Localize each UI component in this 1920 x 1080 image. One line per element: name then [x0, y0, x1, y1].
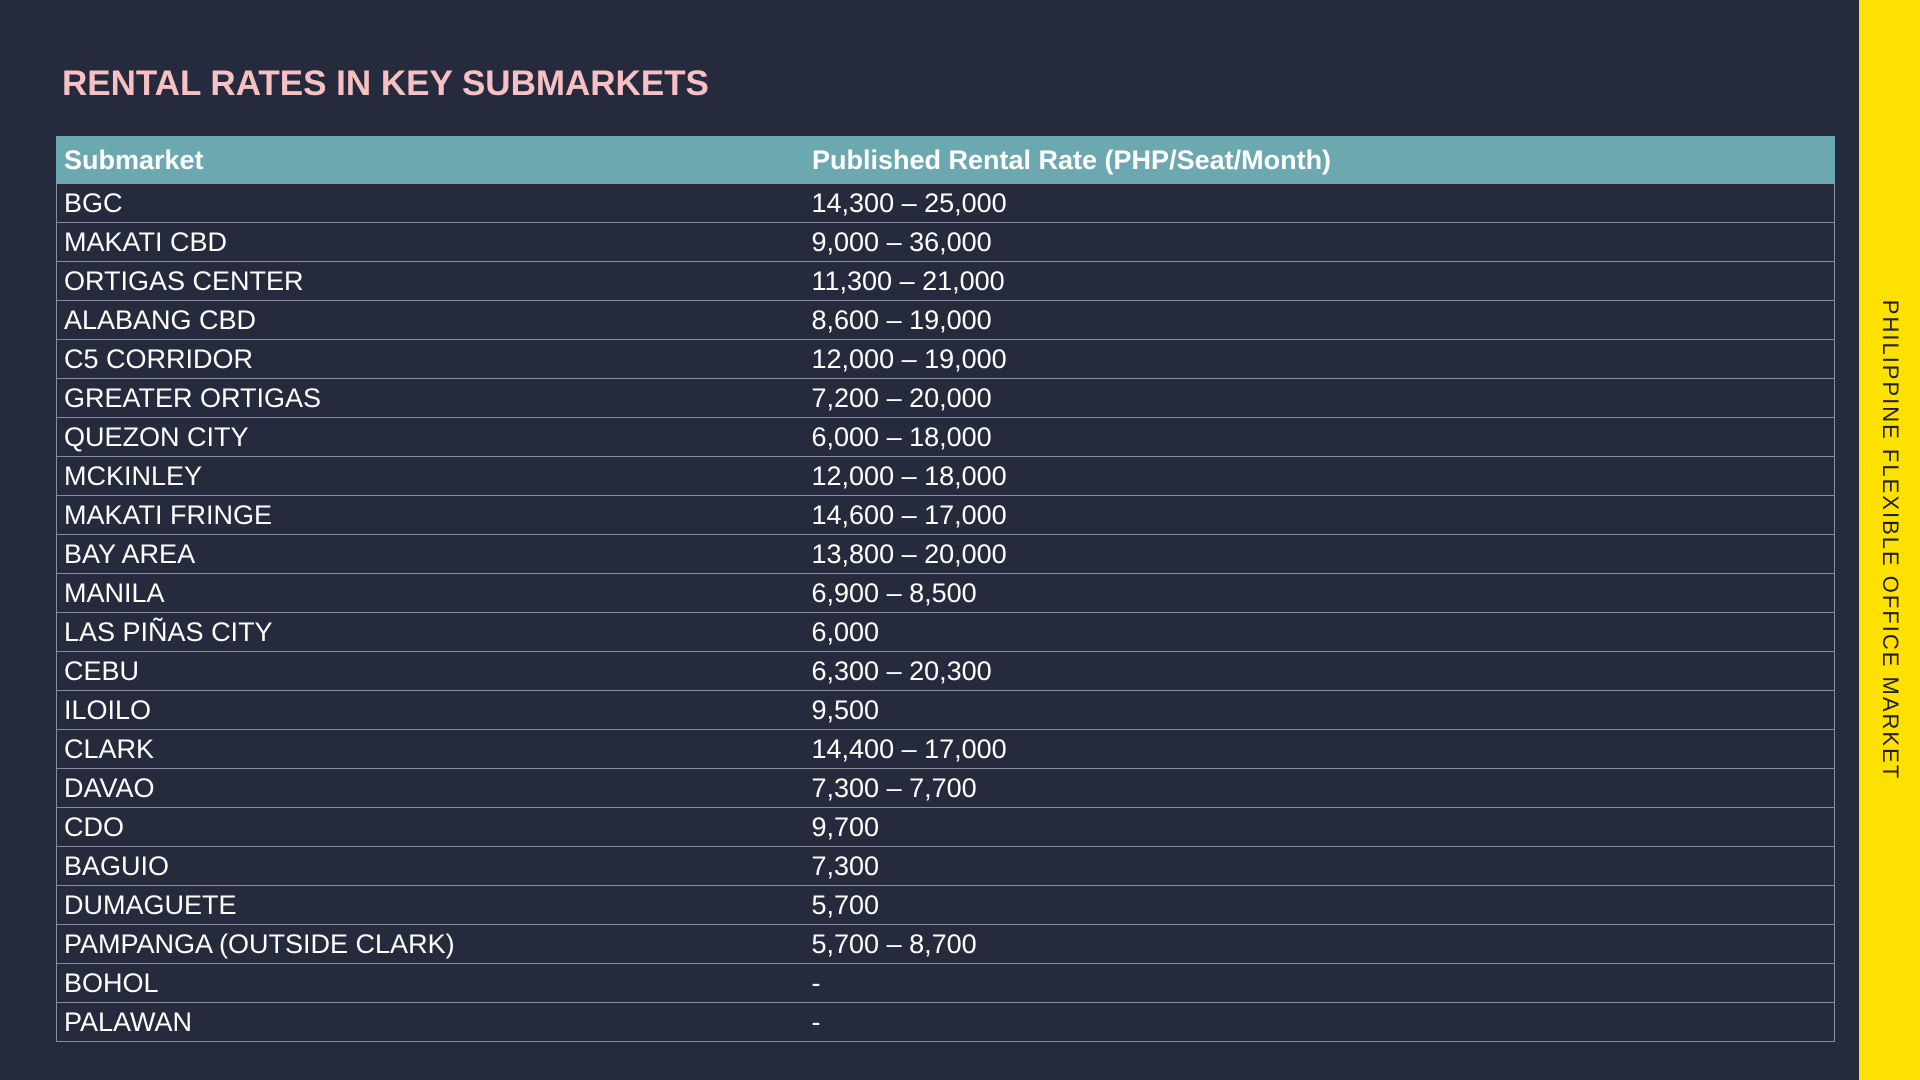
rental-rate-cell: 8,600 – 19,000: [804, 300, 1835, 340]
table-row: CLARK 14,400 – 17,000: [56, 729, 1835, 769]
rental-rate-cell: 6,900 – 8,500: [804, 573, 1835, 613]
submarket-cell: ORTIGAS CENTER: [56, 261, 805, 301]
rental-rates-table: Submarket Published Rental Rate (PHP/Sea…: [56, 136, 1835, 1042]
submarket-cell: MAKATI FRINGE: [56, 495, 805, 535]
rental-rate-cell: 14,600 – 17,000: [804, 495, 1835, 535]
rental-rate-cell: 12,000 – 19,000: [804, 339, 1835, 379]
table-row: BAGUIO 7,300: [56, 846, 1835, 886]
rental-rate-cell: 13,800 – 20,000: [804, 534, 1835, 574]
submarket-cell: QUEZON CITY: [56, 417, 805, 457]
table-row: PALAWAN -: [56, 1002, 1835, 1042]
table-row: DUMAGUETE 5,700: [56, 885, 1835, 925]
submarket-cell: CEBU: [56, 651, 805, 691]
rental-rate-cell: 9,000 – 36,000: [804, 222, 1835, 262]
submarket-cell: DUMAGUETE: [56, 885, 805, 925]
rental-rate-cell: 6,000: [804, 612, 1835, 652]
submarket-cell: CLARK: [56, 729, 805, 769]
rental-rate-cell: 5,700: [804, 885, 1835, 925]
submarket-cell: PALAWAN: [56, 1002, 805, 1042]
rental-rate-cell: 7,200 – 20,000: [804, 378, 1835, 418]
table-row: ORTIGAS CENTER 11,300 – 21,000: [56, 261, 1835, 301]
table-row: MAKATI CBD 9,000 – 36,000: [56, 222, 1835, 262]
submarket-cell: MANILA: [56, 573, 805, 613]
submarket-cell: LAS PIÑAS CITY: [56, 612, 805, 652]
submarket-cell: BAGUIO: [56, 846, 805, 886]
rental-rate-cell: -: [804, 1002, 1835, 1042]
page-title: RENTAL RATES IN KEY SUBMARKETS: [62, 64, 709, 103]
table-row: BOHOL -: [56, 963, 1835, 1003]
submarket-cell: ALABANG CBD: [56, 300, 805, 340]
rental-rate-cell: 11,300 – 21,000: [804, 261, 1835, 301]
table-row: C5 CORRIDOR 12,000 – 19,000: [56, 339, 1835, 379]
table-row: MANILA 6,900 – 8,500: [56, 573, 1835, 613]
table-header: Submarket Published Rental Rate (PHP/Sea…: [56, 136, 1835, 184]
table-row: MAKATI FRINGE 14,600 – 17,000: [56, 495, 1835, 535]
submarket-cell: MCKINLEY: [56, 456, 805, 496]
submarket-cell: PAMPANGA (OUTSIDE CLARK): [56, 924, 805, 964]
table-row: PAMPANGA (OUTSIDE CLARK) 5,700 – 8,700: [56, 924, 1835, 964]
rental-rate-cell: 12,000 – 18,000: [804, 456, 1835, 496]
submarket-cell: GREATER ORTIGAS: [56, 378, 805, 418]
rental-rate-cell: 14,300 – 25,000: [804, 183, 1835, 223]
rental-rate-cell: 5,700 – 8,700: [804, 924, 1835, 964]
rental-rate-cell: 6,300 – 20,300: [804, 651, 1835, 691]
rental-rate-cell: 7,300: [804, 846, 1835, 886]
table-row: LAS PIÑAS CITY 6,000: [56, 612, 1835, 652]
table-row: MCKINLEY 12,000 – 18,000: [56, 456, 1835, 496]
submarket-cell: C5 CORRIDOR: [56, 339, 805, 379]
table-row: QUEZON CITY 6,000 – 18,000: [56, 417, 1835, 457]
rental-rates-table-container: Submarket Published Rental Rate (PHP/Sea…: [56, 136, 1835, 1042]
table-row: CEBU 6,300 – 20,300: [56, 651, 1835, 691]
table-row: BGC 14,300 – 25,000: [56, 183, 1835, 223]
slide: RENTAL RATES IN KEY SUBMARKETS Submarket…: [0, 0, 1920, 1080]
table-row: ILOILO 9,500: [56, 690, 1835, 730]
rental-rate-cell: -: [804, 963, 1835, 1003]
table-row: CDO 9,700: [56, 807, 1835, 847]
column-header-rental-rate: Published Rental Rate (PHP/Seat/Month): [804, 136, 1835, 184]
submarket-cell: MAKATI CBD: [56, 222, 805, 262]
rental-rate-cell: 7,300 – 7,700: [804, 768, 1835, 808]
rental-rate-cell: 14,400 – 17,000: [804, 729, 1835, 769]
table-row: ALABANG CBD 8,600 – 19,000: [56, 300, 1835, 340]
rental-rate-cell: 9,700: [804, 807, 1835, 847]
header-row: Submarket Published Rental Rate (PHP/Sea…: [56, 136, 1835, 184]
column-header-submarket: Submarket: [56, 136, 805, 184]
table-body: BGC 14,300 – 25,000 MAKATI CBD 9,000 – 36,0…: [56, 183, 1835, 1042]
table-row: DAVAO 7,300 – 7,700: [56, 768, 1835, 808]
submarket-cell: DAVAO: [56, 768, 805, 808]
submarket-cell: BAY AREA: [56, 534, 805, 574]
side-label: PHILIPPINE FLEXIBLE OFFICE MARKET: [1878, 299, 1903, 781]
submarket-cell: BGC: [56, 183, 805, 223]
table-row: BAY AREA 13,800 – 20,000: [56, 534, 1835, 574]
submarket-cell: BOHOL: [56, 963, 805, 1003]
submarket-cell: CDO: [56, 807, 805, 847]
submarket-cell: ILOILO: [56, 690, 805, 730]
table-row: GREATER ORTIGAS 7,200 – 20,000: [56, 378, 1835, 418]
rental-rate-cell: 6,000 – 18,000: [804, 417, 1835, 457]
rental-rate-cell: 9,500: [804, 690, 1835, 730]
